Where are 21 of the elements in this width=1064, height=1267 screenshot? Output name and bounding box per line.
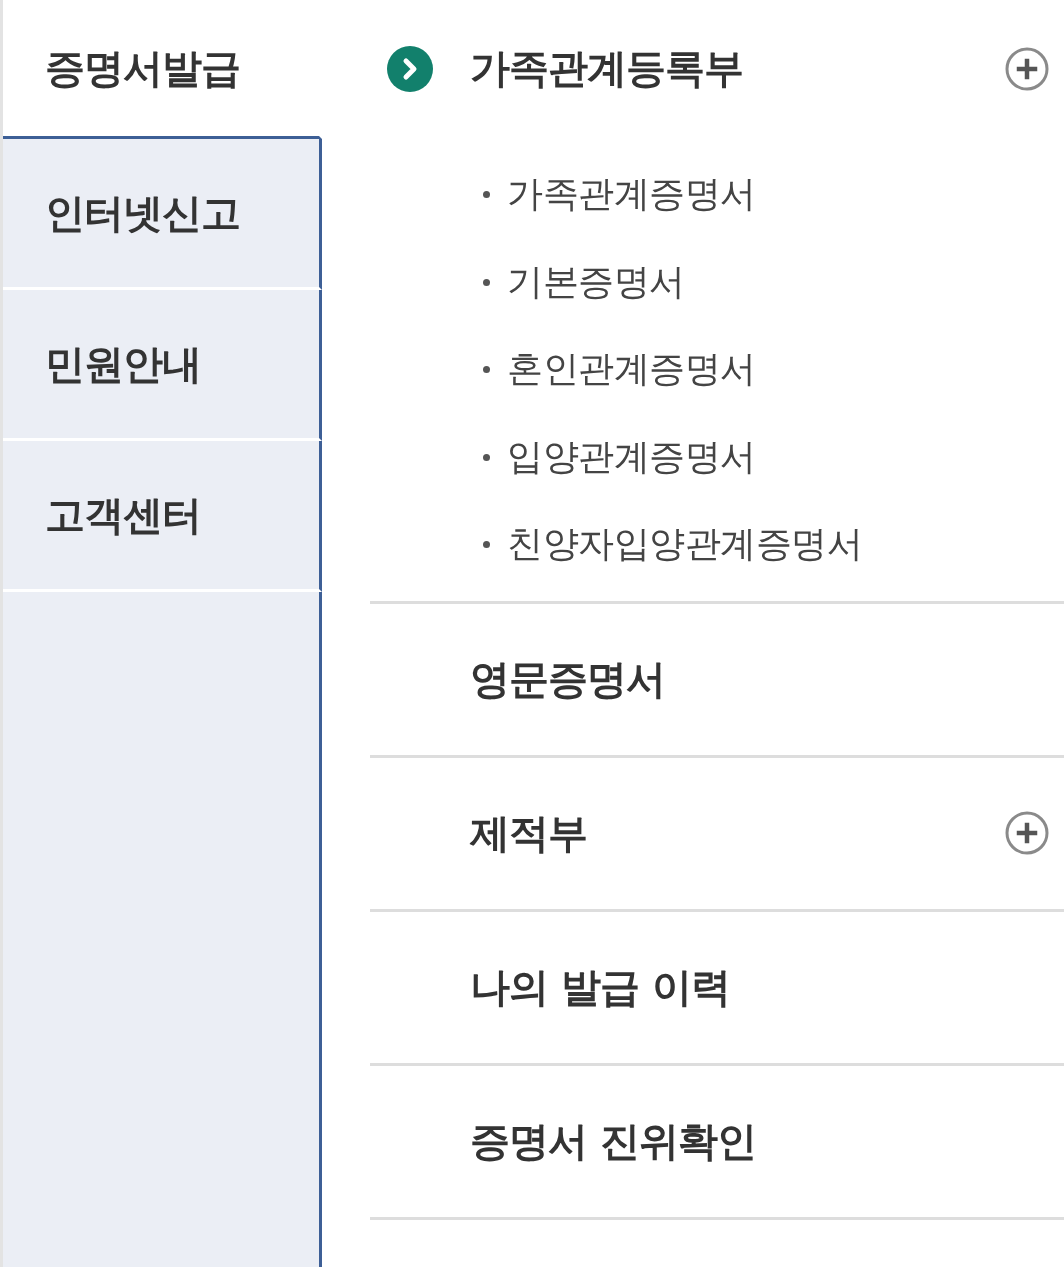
bullet-icon [483,541,490,549]
bullet-icon [483,191,490,199]
menu-link[interactable]: 제적부 [470,805,587,861]
plus-circle-icon[interactable] [1005,46,1049,91]
sidebar-tab[interactable]: 증명서발급 [3,0,322,139]
sidebar-tab[interactable]: 고객센터 [3,441,322,592]
sidebar-tab[interactable]: 인터넷신고 [3,139,322,290]
submenu-link[interactable]: 기본증명서 [507,257,685,307]
submenu-link[interactable]: 혼인관계증명서 [507,345,756,395]
plus-circle-icon[interactable] [1005,811,1049,855]
menu-link[interactable]: 가족관계등록부 [470,41,743,96]
bullet-icon [483,278,490,286]
bullet-icon [483,453,490,461]
menu-link[interactable]: 영문증명서 [470,651,665,707]
menu-link[interactable]: 나의 발급 이력 [470,959,730,1015]
submenu-link[interactable]: 입양관계증명서 [507,432,756,482]
menu-link[interactable]: 증명서 진위확인 [470,1113,756,1169]
sidebar-tab[interactable]: 민원안내 [3,290,322,441]
submenu-link[interactable]: 친양자입양관계증명서 [507,520,862,570]
submenu-link[interactable]: 가족관계증명서 [507,170,756,220]
bullet-icon [483,366,490,374]
